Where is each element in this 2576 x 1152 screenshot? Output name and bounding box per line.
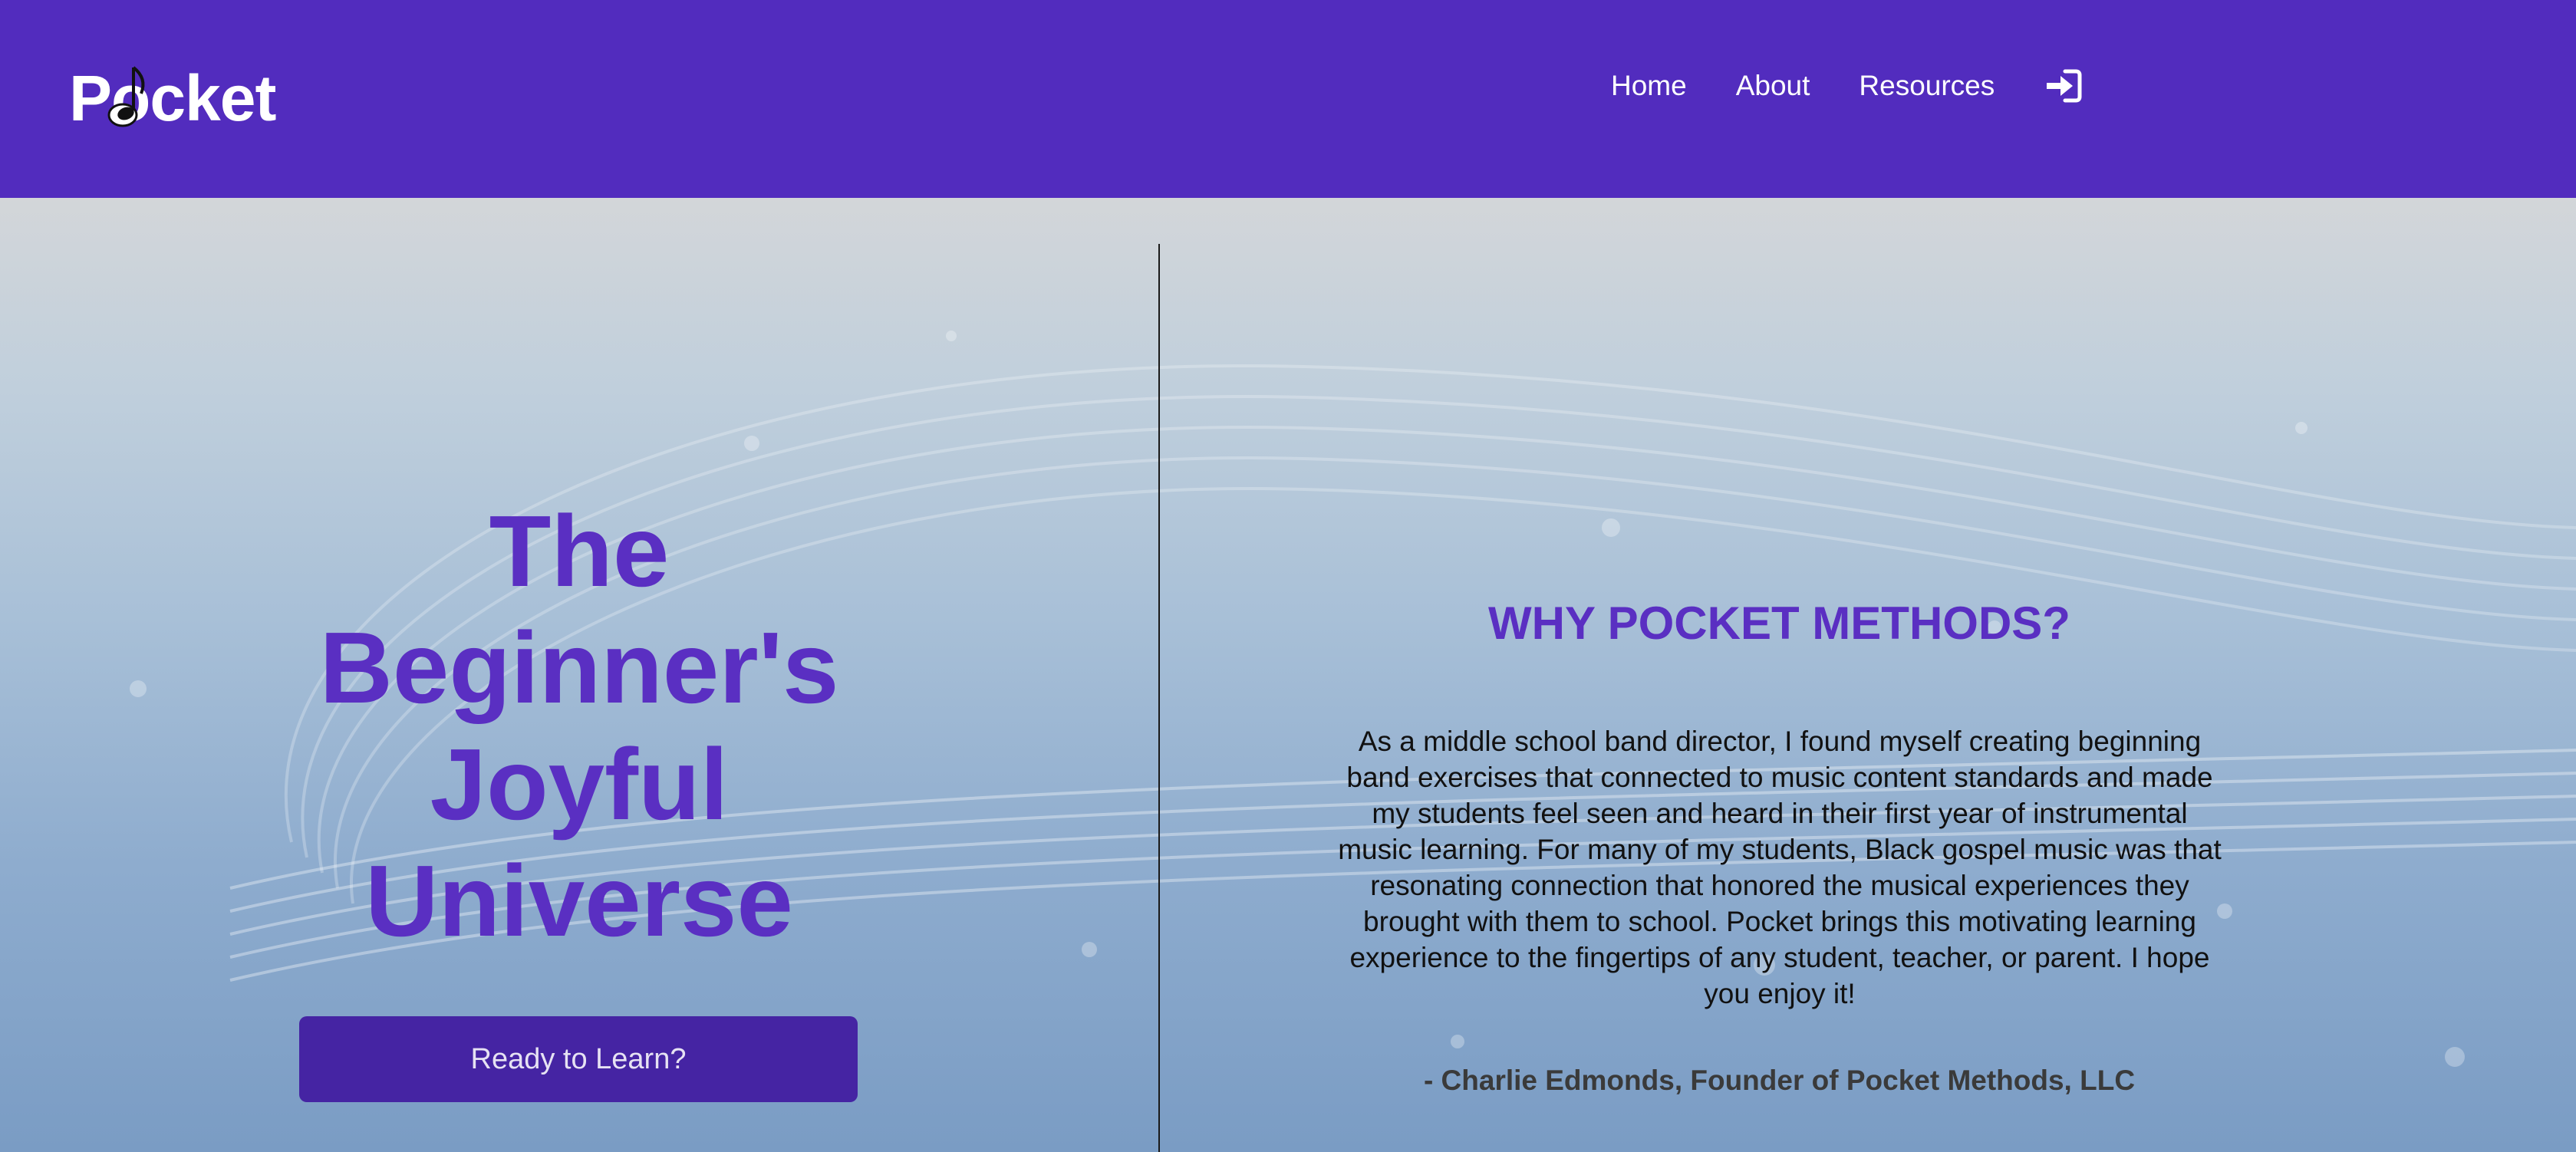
- pocket-logo[interactable]: Pocket: [69, 60, 276, 137]
- nav-about-link[interactable]: About: [1736, 70, 1810, 102]
- hero-title: The Beginner's Joyful Universe: [319, 495, 839, 957]
- music-note-icon: [107, 66, 145, 127]
- founder-quote: As a middle school band director, I foun…: [1338, 726, 2222, 1009]
- hero-right-panel: WHY POCKET METHODS? As a middle school b…: [1160, 198, 2576, 1152]
- hero-left-panel: The Beginner's Joyful Universe Ready to …: [0, 198, 1158, 1152]
- founder-attribution: - Charlie Edmonds, Founder of Pocket Met…: [1423, 1065, 2136, 1096]
- top-navbar: Pocket Home About Resources: [0, 0, 2576, 198]
- main-nav: Home About Resources: [1611, 63, 2082, 109]
- nav-home-link[interactable]: Home: [1611, 70, 1687, 102]
- nav-resources-link[interactable]: Resources: [1859, 70, 1995, 102]
- sign-in-icon[interactable]: [2044, 69, 2082, 103]
- ready-to-learn-button[interactable]: Ready to Learn?: [299, 1016, 858, 1102]
- logo-text: Pocket: [69, 62, 276, 134]
- hero-section: The Beginner's Joyful Universe Ready to …: [0, 198, 2576, 1152]
- why-pocket-heading: WHY POCKET METHODS?: [1488, 597, 2070, 649]
